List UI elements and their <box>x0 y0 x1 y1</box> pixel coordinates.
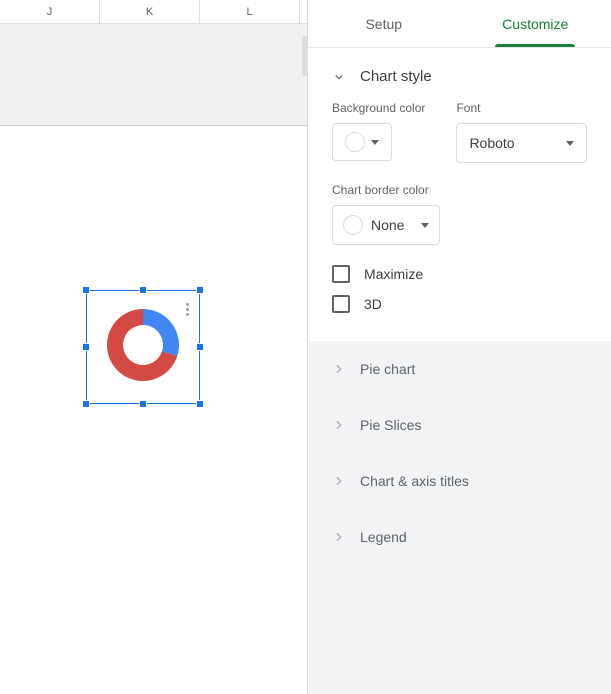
caret-down-icon <box>421 223 429 228</box>
section-pie-slices[interactable]: Pie Slices <box>308 397 611 453</box>
chevron-right-icon <box>332 530 346 544</box>
chart-style-controls: Background color Font Roboto Chart borde… <box>308 101 611 341</box>
bg-swatch-icon <box>345 132 365 152</box>
panel-card: Setup Customize Chart style Background c… <box>308 0 611 341</box>
legend-title: Legend <box>360 529 407 545</box>
resize-handle-tm[interactable] <box>139 286 147 294</box>
maximize-checkbox[interactable] <box>332 265 350 283</box>
background-color-button[interactable] <box>332 123 392 161</box>
tab-setup-label: Setup <box>365 16 402 32</box>
tab-customize-label: Customize <box>502 16 568 32</box>
embedded-chart[interactable] <box>86 290 200 404</box>
resize-handle-br[interactable] <box>196 400 204 408</box>
tab-customize[interactable]: Customize <box>460 0 611 47</box>
spreadsheet-grid[interactable]: J K L <box>0 0 307 694</box>
font-value: Roboto <box>469 135 514 151</box>
three-d-checkbox[interactable] <box>332 295 350 313</box>
frozen-area <box>0 24 307 126</box>
resize-handle-tl[interactable] <box>82 286 90 294</box>
column-header-k[interactable]: K <box>100 0 200 23</box>
resize-handle-ml[interactable] <box>82 343 90 351</box>
chevron-down-icon <box>332 70 346 84</box>
section-pie-chart[interactable]: Pie chart <box>308 341 611 397</box>
chart-style-title: Chart style <box>360 68 432 85</box>
background-color-field: Background color <box>332 101 432 163</box>
donut-chart <box>103 305 183 385</box>
editor-tabs: Setup Customize <box>308 0 611 48</box>
column-header-l[interactable]: L <box>200 0 300 23</box>
pie-chart-title: Pie chart <box>360 361 415 377</box>
resize-handle-bl[interactable] <box>82 400 90 408</box>
border-value: None <box>371 217 413 233</box>
tab-setup[interactable]: Setup <box>308 0 460 47</box>
chart-editor-panel: Setup Customize Chart style Background c… <box>307 0 611 694</box>
three-d-row: 3D <box>332 295 587 313</box>
pie-slices-title: Pie Slices <box>360 417 421 433</box>
font-field: Font Roboto <box>456 101 587 163</box>
font-label: Font <box>456 101 587 115</box>
section-chart-axis-titles[interactable]: Chart & axis titles <box>308 453 611 509</box>
column-headers: J K L <box>0 0 307 24</box>
resize-handle-tr[interactable] <box>196 286 204 294</box>
border-swatch-icon <box>343 215 363 235</box>
caret-down-icon <box>566 141 574 146</box>
maximize-label: Maximize <box>364 266 423 282</box>
column-header-j[interactable]: J <box>0 0 100 23</box>
maximize-row: Maximize <box>332 265 587 283</box>
chevron-right-icon <box>332 362 346 376</box>
active-tab-underline <box>495 44 575 47</box>
caret-down-icon <box>371 140 379 145</box>
chevron-right-icon <box>332 474 346 488</box>
border-color-button[interactable]: None <box>332 205 440 245</box>
chevron-right-icon <box>332 418 346 432</box>
titles-title: Chart & axis titles <box>360 473 469 489</box>
three-d-label: 3D <box>364 296 382 312</box>
chart-border-label: Chart border color <box>332 183 587 197</box>
section-legend[interactable]: Legend <box>308 509 611 565</box>
background-color-label: Background color <box>332 101 432 115</box>
section-chart-style-header[interactable]: Chart style <box>308 48 611 101</box>
resize-handle-bm[interactable] <box>139 400 147 408</box>
chart-menu-icon[interactable] <box>186 303 189 316</box>
chart-border-field: Chart border color None <box>332 183 587 245</box>
font-dropdown[interactable]: Roboto <box>456 123 587 163</box>
resize-handle-mr[interactable] <box>196 343 204 351</box>
